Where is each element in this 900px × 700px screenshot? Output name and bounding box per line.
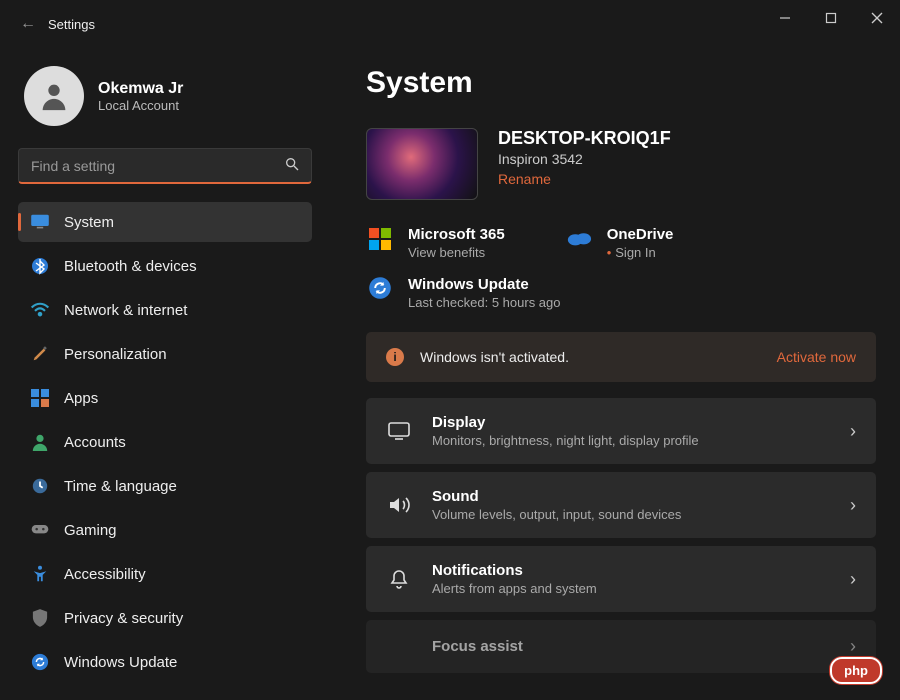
warning-icon: i bbox=[386, 348, 404, 366]
card-title: Focus assist bbox=[432, 638, 830, 655]
sidebar-item-personalization[interactable]: Personalization bbox=[18, 334, 312, 374]
device-block: DESKTOP-KROIQ1F Inspiron 3542 Rename bbox=[366, 128, 876, 200]
sidebar-item-label: Accessibility bbox=[64, 566, 146, 583]
sidebar-item-accounts[interactable]: Accounts bbox=[18, 422, 312, 462]
sidebar-item-privacy[interactable]: Privacy & security bbox=[18, 598, 312, 638]
brush-icon bbox=[30, 344, 50, 364]
search-input[interactable] bbox=[18, 148, 312, 184]
sidebar-item-label: Time & language bbox=[64, 478, 177, 495]
accessibility-icon bbox=[30, 564, 50, 584]
sidebar-item-label: Apps bbox=[64, 390, 98, 407]
chevron-right-icon: › bbox=[850, 636, 856, 657]
clock-icon bbox=[30, 476, 50, 496]
update-icon bbox=[30, 652, 50, 672]
card-sub: Monitors, brightness, night light, displ… bbox=[432, 433, 830, 448]
card-title: Sound bbox=[432, 488, 830, 505]
window-controls bbox=[762, 0, 900, 36]
sidebar-item-label: System bbox=[64, 214, 114, 231]
monitor-icon bbox=[30, 212, 50, 232]
chevron-right-icon: › bbox=[850, 495, 856, 516]
card-title: Display bbox=[432, 414, 830, 431]
device-model: Inspiron 3542 bbox=[498, 151, 671, 167]
sidebar-item-label: Windows Update bbox=[64, 654, 177, 671]
sidebar-item-time-language[interactable]: Time & language bbox=[18, 466, 312, 506]
card-sub: Alerts from apps and system bbox=[432, 581, 830, 596]
tile-windows-update[interactable]: Windows Update Last checked: 5 hours ago bbox=[366, 276, 876, 310]
close-button[interactable] bbox=[854, 0, 900, 36]
bluetooth-icon bbox=[30, 256, 50, 276]
sidebar-item-windows-update[interactable]: Windows Update bbox=[18, 642, 312, 682]
tile-title: Microsoft 365 bbox=[408, 226, 505, 243]
gamepad-icon bbox=[30, 520, 50, 540]
activation-message: Windows isn't activated. bbox=[420, 349, 761, 365]
microsoft-logo-icon bbox=[366, 226, 394, 250]
chevron-right-icon: › bbox=[850, 569, 856, 590]
sidebar-item-gaming[interactable]: Gaming bbox=[18, 510, 312, 550]
update-circle-icon bbox=[366, 276, 394, 300]
bell-icon bbox=[386, 568, 412, 590]
nav: System Bluetooth & devices Network & int… bbox=[18, 202, 312, 682]
user-block[interactable]: Okemwa Jr Local Account bbox=[24, 66, 312, 126]
status-tiles: Microsoft 365 View benefits OneDrive •Si… bbox=[366, 226, 876, 260]
person-icon bbox=[30, 432, 50, 452]
maximize-button[interactable] bbox=[808, 0, 854, 36]
tile-title: Windows Update bbox=[408, 276, 561, 293]
card-notifications[interactable]: Notifications Alerts from apps and syste… bbox=[366, 546, 876, 612]
search-icon bbox=[284, 156, 300, 175]
card-sub: Volume levels, output, input, sound devi… bbox=[432, 507, 830, 522]
display-icon bbox=[386, 421, 412, 441]
tile-title: OneDrive bbox=[607, 226, 674, 243]
watermark-badge: php bbox=[830, 657, 882, 684]
sidebar-item-bluetooth[interactable]: Bluetooth & devices bbox=[18, 246, 312, 286]
sidebar-item-label: Accounts bbox=[64, 434, 126, 451]
sidebar-item-label: Network & internet bbox=[64, 302, 187, 319]
wallpaper-thumbnail[interactable] bbox=[366, 128, 478, 200]
activation-banner: i Windows isn't activated. Activate now bbox=[366, 332, 876, 382]
moon-icon bbox=[386, 637, 412, 657]
wifi-icon bbox=[30, 300, 50, 320]
tile-sub: •Sign In bbox=[607, 245, 674, 260]
card-focus-assist[interactable]: Focus assist › bbox=[366, 620, 876, 673]
sidebar-item-system[interactable]: System bbox=[18, 202, 312, 242]
tile-onedrive[interactable]: OneDrive •Sign In bbox=[565, 226, 674, 260]
cloud-icon bbox=[565, 226, 593, 246]
card-title: Notifications bbox=[432, 562, 830, 579]
window-title: Settings bbox=[48, 17, 95, 32]
sidebar-item-label: Bluetooth & devices bbox=[64, 258, 197, 275]
minimize-button[interactable] bbox=[762, 0, 808, 36]
sound-icon bbox=[386, 495, 412, 515]
avatar bbox=[24, 66, 84, 126]
tile-sub: View benefits bbox=[408, 245, 505, 260]
shield-icon bbox=[30, 608, 50, 628]
tile-microsoft-365[interactable]: Microsoft 365 View benefits bbox=[366, 226, 505, 260]
device-name: DESKTOP-KROIQ1F bbox=[498, 128, 671, 149]
user-account-type: Local Account bbox=[98, 98, 183, 113]
main: System DESKTOP-KROIQ1F Inspiron 3542 Ren… bbox=[330, 48, 900, 700]
tile-sub: Last checked: 5 hours ago bbox=[408, 295, 561, 310]
back-button[interactable]: ← bbox=[8, 15, 48, 33]
activate-now-link[interactable]: Activate now bbox=[777, 349, 856, 365]
rename-link[interactable]: Rename bbox=[498, 171, 551, 187]
sidebar-item-label: Personalization bbox=[64, 346, 167, 363]
apps-icon bbox=[30, 388, 50, 408]
search-wrap bbox=[18, 148, 312, 184]
user-name: Okemwa Jr bbox=[98, 80, 183, 98]
sidebar-item-accessibility[interactable]: Accessibility bbox=[18, 554, 312, 594]
sidebar-item-label: Gaming bbox=[64, 522, 117, 539]
chevron-right-icon: › bbox=[850, 421, 856, 442]
sidebar-item-label: Privacy & security bbox=[64, 610, 183, 627]
card-sound[interactable]: Sound Volume levels, output, input, soun… bbox=[366, 472, 876, 538]
card-display[interactable]: Display Monitors, brightness, night ligh… bbox=[366, 398, 876, 464]
sidebar-item-network[interactable]: Network & internet bbox=[18, 290, 312, 330]
sidebar: Okemwa Jr Local Account System Bluetooth… bbox=[0, 48, 330, 700]
page-title: System bbox=[366, 66, 876, 100]
sidebar-item-apps[interactable]: Apps bbox=[18, 378, 312, 418]
